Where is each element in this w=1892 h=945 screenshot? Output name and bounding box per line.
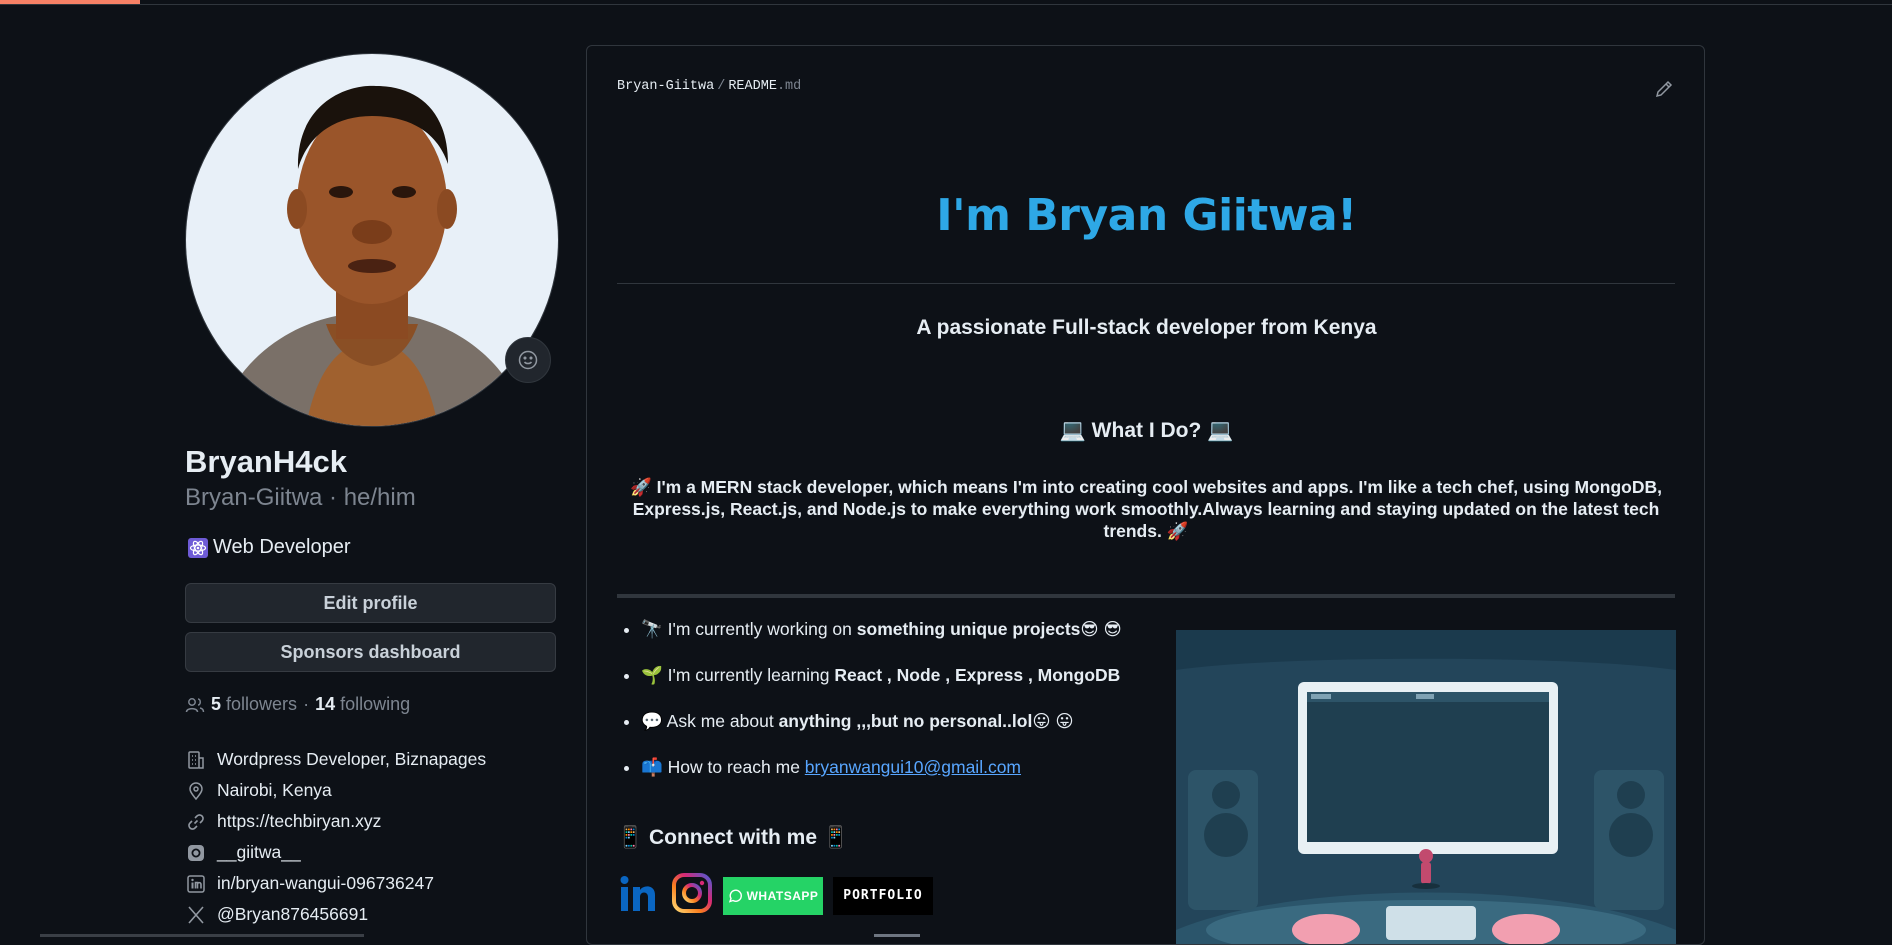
- whatsapp-badge[interactable]: WHATSAPP: [723, 876, 823, 915]
- pencil-icon: [1655, 80, 1673, 98]
- thick-divider: [617, 594, 1675, 598]
- instagram-icon: [185, 842, 207, 864]
- react-icon: [188, 537, 208, 558]
- smiley-icon: [518, 350, 538, 370]
- linkedin-badge[interactable]: [617, 871, 661, 920]
- readme-card: Bryan-Giitwa / README.md I'm Bryan Giitwa!…: [586, 45, 1705, 945]
- profile-details: Wordpress Developer, Biznapages Nairobi,…: [185, 744, 486, 930]
- list-item: 🌱 I'm currently learning React , Node , …: [641, 660, 1122, 706]
- scroll-thumb[interactable]: [874, 934, 920, 937]
- detail-company: Wordpress Developer, Biznapages: [185, 744, 486, 775]
- link-icon: [185, 811, 207, 833]
- list-item: 🔭 I'm currently working on something uni…: [641, 614, 1122, 660]
- profile-bio: Web Developer: [187, 536, 350, 559]
- set-status-button[interactable]: [505, 337, 551, 383]
- bio-text: Web Developer: [213, 536, 351, 558]
- detail-linkedin[interactable]: in/bryan-wangui-096736247: [185, 868, 486, 899]
- what-i-do-heading: 💻 What I Do? 💻: [1059, 419, 1234, 442]
- location-icon: [185, 780, 207, 802]
- list-item: 💬 Ask me about anything ,,,but no person…: [641, 706, 1122, 752]
- whatsapp-icon: [728, 889, 742, 903]
- building-icon: [185, 749, 207, 771]
- detail-instagram[interactable]: __giitwa__: [185, 837, 486, 868]
- profile-login: Bryan-Giitwa · he/him: [185, 484, 416, 511]
- sponsors-dashboard-button[interactable]: Sponsors dashboard: [185, 632, 556, 672]
- follow-stats: 5 followers · 14 following: [185, 694, 410, 715]
- divider: [617, 283, 1675, 284]
- readme-tagline: A passionate Full-stack developer from K…: [916, 316, 1377, 339]
- horizontal-scrollbar[interactable]: [40, 934, 364, 937]
- about-list: 🔭 I'm currently working on something uni…: [617, 614, 1122, 798]
- readme-heading: I'm Bryan Giitwa!: [936, 190, 1357, 241]
- instagram-badge[interactable]: [671, 872, 713, 919]
- followers-link[interactable]: 5 followers: [211, 694, 297, 715]
- edit-readme-button[interactable]: [1654, 79, 1674, 104]
- active-tab-indicator: [0, 0, 140, 4]
- edit-profile-button[interactable]: Edit profile: [185, 583, 556, 623]
- breadcrumb-owner[interactable]: Bryan-Giitwa: [617, 79, 714, 94]
- people-icon: [185, 697, 205, 712]
- social-links: WHATSAPP PORTFOLIO: [617, 871, 933, 920]
- avatar[interactable]: [185, 53, 559, 427]
- following-link[interactable]: 14 following: [315, 694, 410, 715]
- portfolio-badge[interactable]: PORTFOLIO: [833, 876, 933, 915]
- detail-website[interactable]: https://techbiryan.xyz: [185, 806, 486, 837]
- top-nav-underline: [0, 0, 1892, 5]
- x-icon: [185, 904, 207, 926]
- intro-paragraph: 🚀 I'm a MERN stack developer, which mean…: [629, 477, 1662, 541]
- email-link[interactable]: bryanwangui10@gmail.com: [805, 757, 1021, 777]
- breadcrumb-file[interactable]: README: [728, 79, 777, 94]
- profile-name: BryanH4ck: [185, 444, 347, 479]
- detail-x[interactable]: @Bryan876456691: [185, 899, 486, 930]
- coding-illustration: [1176, 630, 1676, 944]
- linkedin-icon: [185, 873, 207, 895]
- linkedin-icon: [620, 876, 655, 911]
- detail-location: Nairobi, Kenya: [185, 775, 486, 806]
- connect-heading: 📱 Connect with me 📱: [617, 826, 849, 849]
- list-item: 📫 How to reach me bryanwangui10@gmail.co…: [641, 752, 1122, 798]
- instagram-icon: [672, 873, 712, 913]
- breadcrumb: Bryan-Giitwa / README.md: [617, 79, 802, 94]
